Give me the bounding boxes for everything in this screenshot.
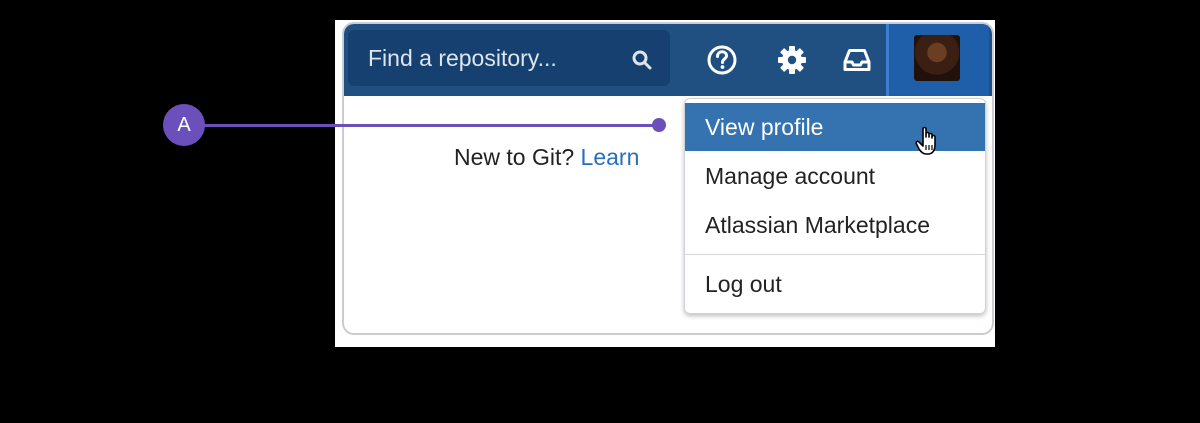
menu-item-view-profile[interactable]: View profile <box>685 103 985 155</box>
getting-started-message: New to Git? Learn <box>454 144 639 171</box>
app-window: New to Git? Learn View profile Manage ac… <box>342 22 994 335</box>
callout-badge: A <box>163 104 205 146</box>
repository-search[interactable] <box>348 30 670 86</box>
git-prompt-text: New to Git? <box>454 144 575 170</box>
menu-divider <box>685 254 985 255</box>
search-input[interactable] <box>368 30 608 86</box>
menu-item-manage-account[interactable]: Manage account <box>685 152 985 200</box>
user-dropdown-menu: View profile Manage account Atlassian Ma… <box>684 98 986 314</box>
menu-item-log-out[interactable]: Log out <box>685 260 985 308</box>
inbox-icon[interactable] <box>841 44 873 76</box>
gear-icon[interactable] <box>776 44 808 76</box>
screenshot-panel: New to Git? Learn View profile Manage ac… <box>335 20 995 347</box>
callout-dot <box>652 118 666 132</box>
user-avatar[interactable] <box>914 35 960 81</box>
top-navigation-bar <box>344 24 992 96</box>
callout-line <box>185 124 660 127</box>
learn-link[interactable]: Learn <box>581 144 640 170</box>
user-menu-trigger[interactable] <box>886 24 989 96</box>
menu-item-atlassian-marketplace[interactable]: Atlassian Marketplace <box>685 201 985 249</box>
search-icon[interactable] <box>631 49 653 71</box>
menu-item-label: View profile <box>705 114 824 140</box>
help-icon[interactable] <box>706 44 738 76</box>
